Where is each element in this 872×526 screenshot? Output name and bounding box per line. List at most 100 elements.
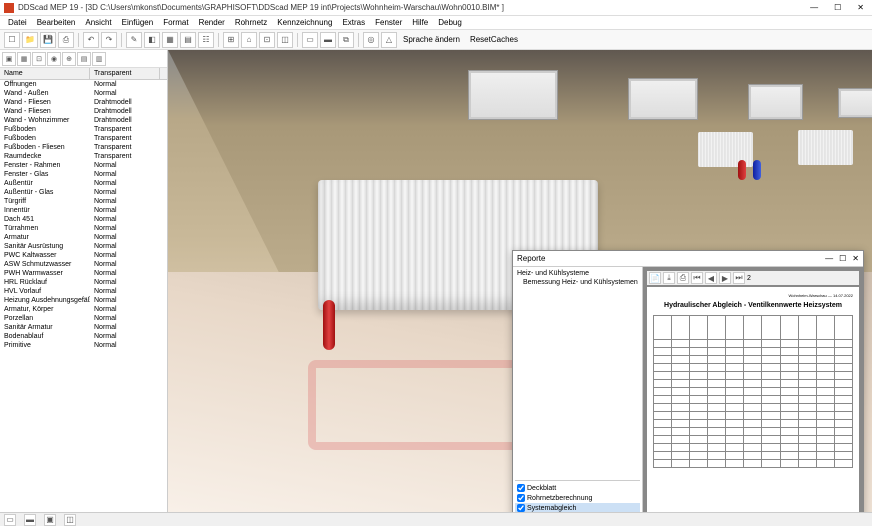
maximize-button[interactable]: ☐ xyxy=(830,3,845,12)
layer-row[interactable]: Wand - WohnzimmerDrahtmodell xyxy=(0,116,167,125)
layer-row[interactable]: FußbodenTransparent xyxy=(0,134,167,143)
tool-icon[interactable]: ⊞ xyxy=(223,32,239,48)
tool-icon[interactable]: △ xyxy=(381,32,397,48)
tool-icon[interactable]: ◧ xyxy=(144,32,160,48)
col-transparent[interactable]: Transparent xyxy=(90,68,160,79)
undo-icon[interactable]: ↶ xyxy=(83,32,99,48)
report-maximize-button[interactable]: ☐ xyxy=(839,254,846,263)
status-icon[interactable]: ▬ xyxy=(24,514,36,526)
layer-row[interactable]: InnentürNormal xyxy=(0,206,167,215)
report-tree[interactable]: Heiz- und Kühlsysteme Bemessung Heiz- un… xyxy=(513,267,643,512)
side-tool-icon[interactable]: ▣ xyxy=(2,52,16,66)
layer-row[interactable]: HRL RücklaufNormal xyxy=(0,278,167,287)
menu-datei[interactable]: Datei xyxy=(4,18,31,27)
minimize-button[interactable]: — xyxy=(806,3,822,12)
side-tool-icon[interactable]: ⊕ xyxy=(62,52,76,66)
tree-item[interactable]: Bemessung Heiz- und Kühlsystemen xyxy=(515,278,640,287)
menu-kennzeichnung[interactable]: Kennzeichnung xyxy=(273,18,336,27)
layer-row[interactable]: Wand - AußenNormal xyxy=(0,89,167,98)
layer-row[interactable]: Außentür - GlasNormal xyxy=(0,188,167,197)
tool-icon[interactable]: ⌂ xyxy=(241,32,257,48)
nav-prev-icon[interactable]: ◀ xyxy=(705,272,717,284)
report-check[interactable]: Systemabgleich xyxy=(515,503,640,512)
menu-debug[interactable]: Debug xyxy=(434,18,466,27)
tool-icon[interactable]: ◫ xyxy=(277,32,293,48)
menu-rohrnetz[interactable]: Rohrnetz xyxy=(231,18,271,27)
side-tool-icon[interactable]: ⊡ xyxy=(32,52,46,66)
redo-icon[interactable]: ↷ xyxy=(101,32,117,48)
layer-row[interactable]: Fußboden - FliesenTransparent xyxy=(0,143,167,152)
layer-row[interactable]: ÖffnungenNormal xyxy=(0,80,167,89)
report-minimize-button[interactable]: — xyxy=(825,254,833,263)
tool-icon[interactable]: ☷ xyxy=(198,32,214,48)
menu-render[interactable]: Render xyxy=(195,18,229,27)
report-check[interactable]: Rohrnetzberechnung xyxy=(515,493,640,503)
layer-row[interactable]: PorzellanNormal xyxy=(0,314,167,323)
side-tool-icon[interactable]: ▥ xyxy=(92,52,106,66)
menu-extras[interactable]: Extras xyxy=(338,18,369,27)
layer-row[interactable]: TürrahmenNormal xyxy=(0,224,167,233)
tool-icon[interactable]: ▤ xyxy=(180,32,196,48)
layer-sidebar: ▣ ▦ ⊡ ◉ ⊕ ▤ ▥ Name Transparent Öffnungen… xyxy=(0,50,168,512)
menu-fenster[interactable]: Fenster xyxy=(371,18,406,27)
layer-row[interactable]: Sanitär AusrüstungNormal xyxy=(0,242,167,251)
layer-row[interactable]: Heizung AusdehnungsgefäßNormal xyxy=(0,296,167,305)
close-button[interactable]: ✕ xyxy=(853,3,868,12)
layer-row[interactable]: PWH WarmwasserNormal xyxy=(0,269,167,278)
side-tool-icon[interactable]: ▦ xyxy=(17,52,31,66)
layer-row[interactable]: Dach 451Normal xyxy=(0,215,167,224)
status-icon[interactable]: ▭ xyxy=(4,514,16,526)
layer-row[interactable]: HVL VorlaufNormal xyxy=(0,287,167,296)
menu-format[interactable]: Format xyxy=(159,18,192,27)
tree-root[interactable]: Heiz- und Kühlsysteme xyxy=(515,269,640,278)
nav-first-icon[interactable]: ⏮ xyxy=(691,272,703,284)
report-panel[interactable]: Reporte — ☐ ✕ Heiz- und Kühlsysteme Beme… xyxy=(512,250,864,512)
open-icon[interactable]: 📁 xyxy=(22,32,38,48)
print-icon[interactable]: ⎙ xyxy=(58,32,74,48)
status-icon[interactable]: ◫ xyxy=(64,514,76,526)
3d-viewport[interactable]: Reporte — ☐ ✕ Heiz- und Kühlsysteme Beme… xyxy=(168,50,872,512)
layer-row[interactable]: Wand - FliesenDrahtmodell xyxy=(0,107,167,116)
layer-row[interactable]: PWC KaltwasserNormal xyxy=(0,251,167,260)
doc-export-icon[interactable]: ⤓ xyxy=(663,272,675,284)
menu-einfügen[interactable]: Einfügen xyxy=(118,18,158,27)
layer-row[interactable]: RaumdeckeTransparent xyxy=(0,152,167,161)
doc-print-icon[interactable]: ⎙ xyxy=(677,272,689,284)
menu-ansicht[interactable]: Ansicht xyxy=(81,18,115,27)
side-tool-icon[interactable]: ◉ xyxy=(47,52,61,66)
layer-row[interactable]: TürgriffNormal xyxy=(0,197,167,206)
reset-caches-button[interactable]: ResetCaches xyxy=(466,35,522,44)
tool-icon[interactable]: ▦ xyxy=(162,32,178,48)
layer-row[interactable]: Armatur, KörperNormal xyxy=(0,305,167,314)
layer-row[interactable]: BodenablaufNormal xyxy=(0,332,167,341)
layer-row[interactable]: ASW SchmutzwasserNormal xyxy=(0,260,167,269)
doc-pdf-icon[interactable]: 📄 xyxy=(649,272,661,284)
status-icon[interactable]: ▣ xyxy=(44,514,56,526)
tool-icon[interactable]: ◎ xyxy=(363,32,379,48)
tool-icon[interactable]: ⧉ xyxy=(338,32,354,48)
col-name[interactable]: Name xyxy=(0,68,90,79)
save-icon[interactable]: 💾 xyxy=(40,32,56,48)
menu-hilfe[interactable]: Hilfe xyxy=(408,18,432,27)
layer-row[interactable]: AußentürNormal xyxy=(0,179,167,188)
tool-icon[interactable]: ✎ xyxy=(126,32,142,48)
report-close-button[interactable]: ✕ xyxy=(852,254,859,263)
layer-table[interactable]: Name Transparent ÖffnungenNormalWand - A… xyxy=(0,68,167,512)
layer-row[interactable]: ArmaturNormal xyxy=(0,233,167,242)
layer-row[interactable]: FußbodenTransparent xyxy=(0,125,167,134)
language-button[interactable]: Sprache ändern xyxy=(399,35,464,44)
report-check[interactable]: Deckblatt xyxy=(515,483,640,493)
new-icon[interactable]: ☐ xyxy=(4,32,20,48)
nav-next-icon[interactable]: ▶ xyxy=(719,272,731,284)
layer-row[interactable]: PrimitiveNormal xyxy=(0,341,167,350)
side-tool-icon[interactable]: ▤ xyxy=(77,52,91,66)
nav-last-icon[interactable]: ⏭ xyxy=(733,272,745,284)
layer-row[interactable]: Wand - FliesenDrahtmodell xyxy=(0,98,167,107)
tool-icon[interactable]: ▭ xyxy=(302,32,318,48)
layer-row[interactable]: Fenster - GlasNormal xyxy=(0,170,167,179)
layer-row[interactable]: Sanitär ArmaturNormal xyxy=(0,323,167,332)
tool-icon[interactable]: ⊡ xyxy=(259,32,275,48)
layer-row[interactable]: Fenster - RahmenNormal xyxy=(0,161,167,170)
menu-bearbeiten[interactable]: Bearbeiten xyxy=(33,18,80,27)
tool-icon[interactable]: ▬ xyxy=(320,32,336,48)
